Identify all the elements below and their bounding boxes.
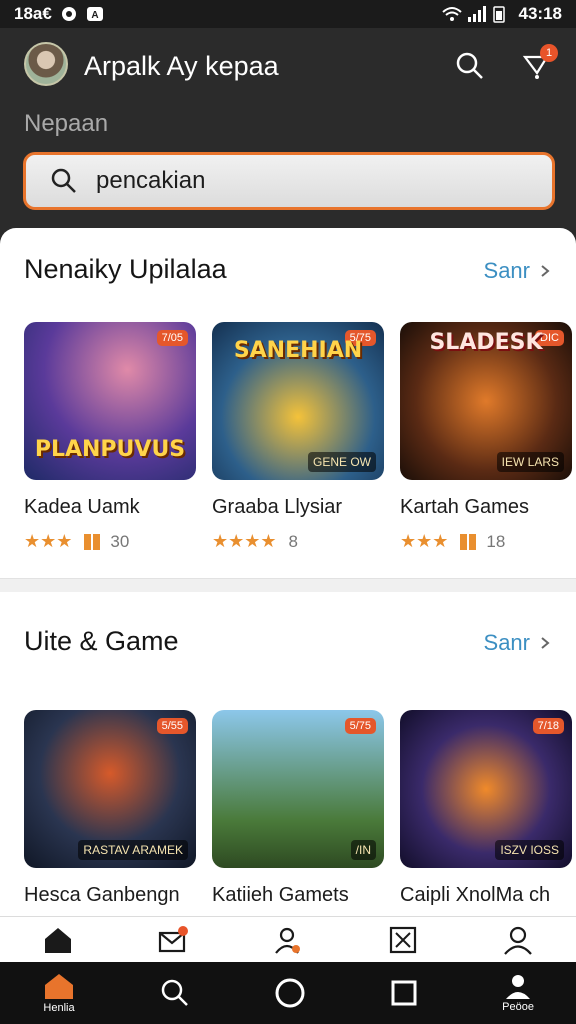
game-card[interactable]: DIC SLADESK IEW LARS Kartah Games ★★★ 18 [400, 322, 572, 552]
status-clock: 43:18 [518, 4, 562, 23]
nav-search[interactable] [160, 978, 190, 1008]
wishlist-button[interactable]: 1 [518, 44, 558, 84]
signal-icon [467, 5, 486, 23]
profile-icon [504, 926, 533, 955]
chevron-right-icon [541, 265, 550, 277]
game-thumbnail: 5/75 /IN [212, 710, 384, 868]
tab-community[interactable] [272, 924, 304, 956]
section-title: Nenaiky Upilalaa [24, 254, 227, 284]
see-all-link[interactable]: Sanr [484, 258, 550, 284]
notification-badge: 1 [540, 44, 558, 62]
app-notification-icon: A [86, 5, 104, 23]
search-input[interactable] [96, 167, 516, 195]
section-title: Uite & Game [24, 626, 179, 656]
game-card[interactable]: 5/75 SANEHIAN GENE OW Graaba Llysiar ★★★… [212, 322, 384, 552]
status-bar: 18a€ A 43:18 [0, 0, 576, 28]
system-nav-bar: Henlia Peöoe [0, 962, 576, 1024]
game-card[interactable]: 7/05 PLANPUVUS Kadea Uamk ★★★ 30 [24, 322, 196, 552]
game-thumbnail: 7/05 PLANPUVUS [24, 322, 196, 480]
rating: ★★★ 18 [400, 531, 506, 551]
search-button[interactable] [452, 48, 488, 84]
tab-library[interactable] [387, 924, 419, 956]
tab-profile[interactable] [502, 924, 534, 956]
search-icon [456, 52, 483, 79]
app-title: Arpalk Ay kepaa [84, 51, 279, 81]
search-icon [51, 168, 76, 193]
game-card[interactable]: 7/18 ISZV IOSS Caipli XnolMa ch [400, 710, 572, 907]
rating: ★★★★ 8 [212, 531, 299, 551]
tab-messages[interactable] [157, 924, 189, 956]
main-content: Nenaiky Upilalaa Sanr 7/05 PLANPUVUS Kad… [0, 228, 576, 916]
square-icon [391, 980, 417, 1006]
rating: ★★★ 30 [24, 531, 130, 551]
app-header: Arpalk Ay kepaa 1 Nepaan [0, 28, 576, 230]
game-card[interactable]: 5/55 RASTAV ARAMEK Hesca Ganbengn [24, 710, 196, 907]
status-time: 18a€ [14, 4, 52, 23]
section-divider [0, 578, 576, 592]
profile-icon [506, 975, 531, 999]
svg-text:A: A [91, 10, 98, 21]
game-thumbnail: 5/55 RASTAV ARAMEK [24, 710, 196, 868]
game-thumbnail: 5/75 SANEHIAN GENE OW [212, 322, 384, 480]
see-all-link[interactable]: Sanr [484, 630, 550, 656]
home-icon [44, 927, 71, 953]
search-field[interactable] [23, 152, 555, 210]
nav-recents[interactable] [390, 979, 418, 1007]
battery-icon [492, 5, 511, 23]
bottom-tab-bar [0, 916, 576, 962]
wifi-icon [441, 5, 462, 23]
mail-icon [158, 925, 188, 952]
person-icon [275, 927, 300, 954]
game-card[interactable]: 5/75 /IN Katiieh Gamets [212, 710, 384, 907]
chevron-right-icon [541, 637, 550, 649]
game-thumbnail: DIC SLADESK IEW LARS [400, 322, 572, 480]
tab-home[interactable] [42, 924, 74, 956]
settings-icon [60, 5, 78, 23]
search-icon [161, 979, 188, 1006]
circle-icon [275, 978, 305, 1008]
avatar[interactable] [24, 42, 68, 86]
nav-home-button[interactable] [274, 977, 306, 1009]
grid-icon [390, 926, 417, 953]
game-thumbnail: 7/18 ISZV IOSS [400, 710, 572, 868]
section-subtitle: Nepaan [24, 110, 109, 137]
nav-profile[interactable]: Peöoe [502, 973, 534, 1013]
nav-home[interactable]: Henlia [42, 972, 76, 1014]
home-icon [45, 974, 74, 999]
